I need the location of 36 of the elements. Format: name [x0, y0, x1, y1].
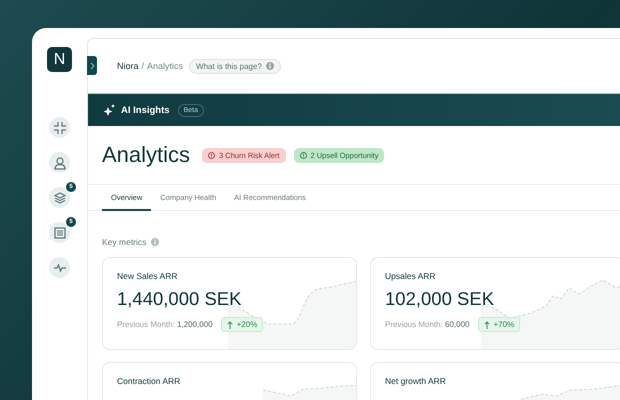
metric-title: Net growth ARR [385, 376, 447, 386]
document-icon [52, 226, 66, 240]
sidebar-nav-button[interactable] [49, 257, 70, 278]
metric-title: New Sales ARR [117, 271, 178, 281]
previous-month-text: Previous Month: 60,000 [385, 320, 470, 329]
arrow-up-icon [484, 320, 490, 328]
change-badge: +20% [220, 317, 264, 332]
info-icon [151, 238, 160, 246]
sidebar-nav-button[interactable] [49, 187, 70, 208]
layers-icon [52, 190, 66, 204]
alert-icon [300, 152, 306, 158]
sidebar-toggle-button[interactable] [87, 56, 97, 75]
logo: N [47, 47, 72, 72]
metric-value: 1,440,000 SEK [117, 288, 242, 310]
page-title: Analytics [102, 142, 190, 168]
sidebar-nav-button[interactable] [49, 152, 70, 173]
user-icon [52, 156, 66, 170]
metric-title: Contraction ARR [117, 376, 182, 386]
info-icon [266, 62, 274, 70]
breadcrumb-link[interactable]: Niora [117, 61, 139, 71]
breadcrumb-current: Analytics [147, 61, 184, 71]
sidebar-nav-button[interactable] [49, 222, 70, 243]
metric-title: Upsales ARR [385, 271, 437, 281]
collapse-icon [52, 120, 66, 134]
help-button[interactable]: What is this page? [189, 58, 281, 74]
metric-value: 102,000 SEK [385, 288, 496, 310]
arrow-up-icon [226, 320, 233, 328]
alert-icon [208, 152, 216, 158]
chevron-right-icon [90, 62, 94, 70]
sparkle-icon [102, 104, 115, 116]
ai-insights-title: AI Insights [121, 104, 170, 116]
section-title: Key metrics [102, 237, 146, 247]
sidebar-nav-button[interactable] [49, 117, 70, 138]
change-badge: +70% [478, 317, 520, 332]
previous-month-text: Previous Month: 1,200,000 [117, 320, 213, 329]
breadcrumb-separator: / [142, 61, 144, 71]
